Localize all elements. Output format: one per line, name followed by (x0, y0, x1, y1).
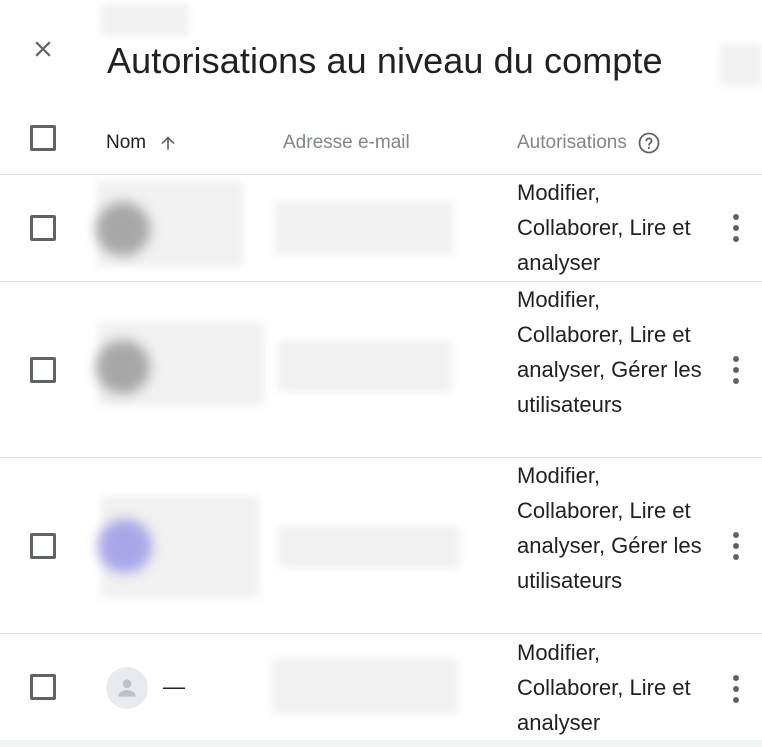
more-vert-button[interactable] (724, 671, 748, 707)
table-header: Nom Adresse e-mail Autorisations (0, 110, 762, 174)
avatar (98, 519, 152, 573)
redacted-email (278, 340, 452, 392)
person-icon (118, 679, 136, 697)
redacted-email (275, 201, 453, 255)
redacted-email (272, 658, 458, 714)
row-permissions: Modifier, Collaborer, Lire et analyser (517, 640, 691, 735)
arrow-up-icon (158, 133, 178, 153)
table-row: Modifier, Collaborer, Lire et analyser, … (0, 282, 762, 457)
column-header-permissions-label: Autorisations (517, 132, 627, 153)
close-icon (35, 41, 51, 57)
avatar (106, 667, 148, 709)
row-checkbox[interactable] (30, 356, 56, 383)
column-header-email[interactable]: Adresse e-mail (283, 130, 410, 156)
row-permissions: Modifier, Collaborer, Lire et analyser, … (517, 287, 702, 417)
more-vert-button[interactable] (724, 210, 748, 246)
row-checkbox[interactable] (30, 674, 56, 700)
help-circle-icon[interactable] (637, 131, 661, 155)
redacted-block (101, 4, 189, 36)
table-row: Modifier, Collaborer, Lire et analyser (0, 175, 762, 281)
table-row: — Modifier, Collaborer, Lire et analyser (0, 634, 762, 740)
close-button[interactable] (26, 32, 60, 66)
avatar (96, 340, 150, 394)
bottom-bar (0, 740, 762, 747)
row-permissions: Modifier, Collaborer, Lire et analyser, … (517, 463, 702, 593)
avatar (96, 202, 150, 256)
user-name: — (163, 674, 185, 699)
select-all-checkbox[interactable] (30, 125, 56, 151)
table-row: Modifier, Collaborer, Lire et analyser, … (0, 458, 762, 633)
page-title: Autorisations au niveau du compte (107, 40, 663, 81)
column-header-permissions: Autorisations (517, 130, 661, 156)
row-permissions: Modifier, Collaborer, Lire et analyser (517, 180, 691, 275)
more-vert-button[interactable] (724, 352, 748, 388)
column-header-name[interactable]: Nom (106, 130, 178, 156)
redacted-block (720, 44, 762, 86)
row-checkbox[interactable] (30, 215, 56, 241)
more-vert-button[interactable] (724, 528, 748, 564)
column-header-name-label: Nom (106, 132, 147, 153)
redacted-email (278, 526, 460, 568)
row-checkbox[interactable] (30, 532, 56, 559)
